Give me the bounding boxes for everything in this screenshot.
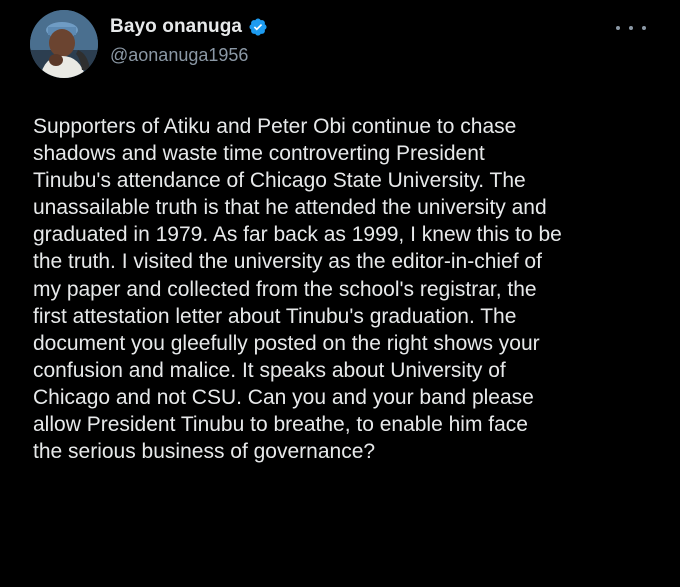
more-options-icon-dot <box>642 26 646 30</box>
author-handle[interactable]: @aonanuga1956 <box>110 45 248 66</box>
more-options-icon-dot <box>629 26 633 30</box>
profile-photo <box>30 10 98 78</box>
author-name-row: Bayo onanuga <box>110 14 268 40</box>
more-options-button[interactable] <box>616 18 646 38</box>
avatar[interactable] <box>30 10 98 78</box>
author-display-name[interactable]: Bayo onanuga <box>110 16 242 38</box>
more-options-icon <box>616 26 620 30</box>
tweet-card: Bayo onanuga @aonanuga1956 Supporters of… <box>0 0 680 587</box>
tweet-text: Supporters of Atiku and Peter Obi contin… <box>33 115 562 464</box>
verified-badge-icon <box>248 17 268 37</box>
